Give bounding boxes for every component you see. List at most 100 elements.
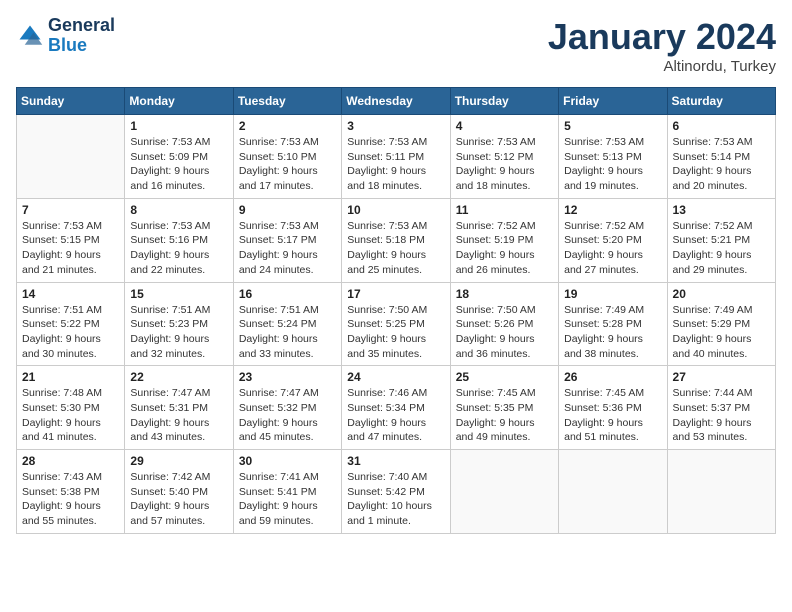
calendar-cell: 16 Sunrise: 7:51 AMSunset: 5:24 PMDaylig…: [233, 282, 341, 366]
day-header-tuesday: Tuesday: [233, 88, 341, 115]
calendar-cell: 8 Sunrise: 7:53 AMSunset: 5:16 PMDayligh…: [125, 198, 233, 282]
logo: General Blue: [16, 16, 115, 56]
day-info: Sunrise: 7:53 AMSunset: 5:11 PMDaylight:…: [347, 135, 444, 194]
calendar-cell: 28 Sunrise: 7:43 AMSunset: 5:38 PMDaylig…: [17, 450, 125, 534]
day-info: Sunrise: 7:53 AMSunset: 5:13 PMDaylight:…: [564, 135, 661, 194]
day-info: Sunrise: 7:47 AMSunset: 5:32 PMDaylight:…: [239, 386, 336, 445]
calendar-cell: 13 Sunrise: 7:52 AMSunset: 5:21 PMDaylig…: [667, 198, 775, 282]
calendar-week-2: 7 Sunrise: 7:53 AMSunset: 5:15 PMDayligh…: [17, 198, 776, 282]
calendar-cell: 6 Sunrise: 7:53 AMSunset: 5:14 PMDayligh…: [667, 115, 775, 199]
day-info: Sunrise: 7:52 AMSunset: 5:19 PMDaylight:…: [456, 219, 553, 278]
logo-icon: [16, 22, 44, 50]
day-number: 17: [347, 287, 444, 301]
day-number: 14: [22, 287, 119, 301]
day-number: 31: [347, 454, 444, 468]
logo-text: General Blue: [48, 16, 115, 56]
calendar-cell: 10 Sunrise: 7:53 AMSunset: 5:18 PMDaylig…: [342, 198, 450, 282]
day-number: 27: [673, 370, 770, 384]
day-info: Sunrise: 7:48 AMSunset: 5:30 PMDaylight:…: [22, 386, 119, 445]
calendar-cell: 1 Sunrise: 7:53 AMSunset: 5:09 PMDayligh…: [125, 115, 233, 199]
calendar-cell: 15 Sunrise: 7:51 AMSunset: 5:23 PMDaylig…: [125, 282, 233, 366]
calendar-cell: 30 Sunrise: 7:41 AMSunset: 5:41 PMDaylig…: [233, 450, 341, 534]
calendar-table: SundayMondayTuesdayWednesdayThursdayFrid…: [16, 87, 776, 534]
day-info: Sunrise: 7:46 AMSunset: 5:34 PMDaylight:…: [347, 386, 444, 445]
calendar-cell: 7 Sunrise: 7:53 AMSunset: 5:15 PMDayligh…: [17, 198, 125, 282]
calendar-cell: 17 Sunrise: 7:50 AMSunset: 5:25 PMDaylig…: [342, 282, 450, 366]
day-info: Sunrise: 7:41 AMSunset: 5:41 PMDaylight:…: [239, 470, 336, 529]
calendar-cell: 21 Sunrise: 7:48 AMSunset: 5:30 PMDaylig…: [17, 366, 125, 450]
day-number: 24: [347, 370, 444, 384]
day-number: 8: [130, 203, 227, 217]
calendar-cell: 9 Sunrise: 7:53 AMSunset: 5:17 PMDayligh…: [233, 198, 341, 282]
location-subtitle: Altinordu, Turkey: [548, 58, 776, 75]
day-header-wednesday: Wednesday: [342, 88, 450, 115]
calendar-cell: 29 Sunrise: 7:42 AMSunset: 5:40 PMDaylig…: [125, 450, 233, 534]
calendar-cell: [450, 450, 558, 534]
day-info: Sunrise: 7:53 AMSunset: 5:16 PMDaylight:…: [130, 219, 227, 278]
calendar-header: SundayMondayTuesdayWednesdayThursdayFrid…: [17, 88, 776, 115]
calendar-cell: [559, 450, 667, 534]
day-info: Sunrise: 7:43 AMSunset: 5:38 PMDaylight:…: [22, 470, 119, 529]
day-header-saturday: Saturday: [667, 88, 775, 115]
day-number: 1: [130, 119, 227, 133]
day-number: 12: [564, 203, 661, 217]
day-number: 15: [130, 287, 227, 301]
day-header-friday: Friday: [559, 88, 667, 115]
day-number: 5: [564, 119, 661, 133]
day-info: Sunrise: 7:45 AMSunset: 5:36 PMDaylight:…: [564, 386, 661, 445]
calendar-cell: 3 Sunrise: 7:53 AMSunset: 5:11 PMDayligh…: [342, 115, 450, 199]
day-info: Sunrise: 7:45 AMSunset: 5:35 PMDaylight:…: [456, 386, 553, 445]
day-number: 30: [239, 454, 336, 468]
calendar-cell: 24 Sunrise: 7:46 AMSunset: 5:34 PMDaylig…: [342, 366, 450, 450]
day-number: 23: [239, 370, 336, 384]
day-info: Sunrise: 7:52 AMSunset: 5:20 PMDaylight:…: [564, 219, 661, 278]
day-info: Sunrise: 7:47 AMSunset: 5:31 PMDaylight:…: [130, 386, 227, 445]
day-info: Sunrise: 7:49 AMSunset: 5:28 PMDaylight:…: [564, 303, 661, 362]
day-info: Sunrise: 7:50 AMSunset: 5:25 PMDaylight:…: [347, 303, 444, 362]
calendar-cell: 11 Sunrise: 7:52 AMSunset: 5:19 PMDaylig…: [450, 198, 558, 282]
calendar-cell: 22 Sunrise: 7:47 AMSunset: 5:31 PMDaylig…: [125, 366, 233, 450]
calendar-cell: 20 Sunrise: 7:49 AMSunset: 5:29 PMDaylig…: [667, 282, 775, 366]
day-number: 13: [673, 203, 770, 217]
day-number: 20: [673, 287, 770, 301]
day-info: Sunrise: 7:50 AMSunset: 5:26 PMDaylight:…: [456, 303, 553, 362]
day-number: 2: [239, 119, 336, 133]
day-number: 22: [130, 370, 227, 384]
day-number: 19: [564, 287, 661, 301]
calendar-cell: 31 Sunrise: 7:40 AMSunset: 5:42 PMDaylig…: [342, 450, 450, 534]
calendar-cell: 26 Sunrise: 7:45 AMSunset: 5:36 PMDaylig…: [559, 366, 667, 450]
day-info: Sunrise: 7:51 AMSunset: 5:23 PMDaylight:…: [130, 303, 227, 362]
day-number: 29: [130, 454, 227, 468]
day-number: 4: [456, 119, 553, 133]
day-info: Sunrise: 7:53 AMSunset: 5:18 PMDaylight:…: [347, 219, 444, 278]
calendar-cell: 12 Sunrise: 7:52 AMSunset: 5:20 PMDaylig…: [559, 198, 667, 282]
day-info: Sunrise: 7:53 AMSunset: 5:15 PMDaylight:…: [22, 219, 119, 278]
day-number: 28: [22, 454, 119, 468]
calendar-week-1: 1 Sunrise: 7:53 AMSunset: 5:09 PMDayligh…: [17, 115, 776, 199]
day-info: Sunrise: 7:51 AMSunset: 5:24 PMDaylight:…: [239, 303, 336, 362]
day-header-sunday: Sunday: [17, 88, 125, 115]
day-info: Sunrise: 7:49 AMSunset: 5:29 PMDaylight:…: [673, 303, 770, 362]
calendar-cell: 5 Sunrise: 7:53 AMSunset: 5:13 PMDayligh…: [559, 115, 667, 199]
day-info: Sunrise: 7:42 AMSunset: 5:40 PMDaylight:…: [130, 470, 227, 529]
day-info: Sunrise: 7:40 AMSunset: 5:42 PMDaylight:…: [347, 470, 444, 529]
calendar-cell: [667, 450, 775, 534]
day-info: Sunrise: 7:52 AMSunset: 5:21 PMDaylight:…: [673, 219, 770, 278]
day-number: 25: [456, 370, 553, 384]
calendar-cell: 4 Sunrise: 7:53 AMSunset: 5:12 PMDayligh…: [450, 115, 558, 199]
page-header: General Blue January 2024 Altinordu, Tur…: [16, 16, 776, 75]
day-number: 26: [564, 370, 661, 384]
day-info: Sunrise: 7:53 AMSunset: 5:09 PMDaylight:…: [130, 135, 227, 194]
calendar-cell: 27 Sunrise: 7:44 AMSunset: 5:37 PMDaylig…: [667, 366, 775, 450]
day-header-thursday: Thursday: [450, 88, 558, 115]
day-number: 7: [22, 203, 119, 217]
title-block: January 2024 Altinordu, Turkey: [548, 16, 776, 75]
calendar-cell: 23 Sunrise: 7:47 AMSunset: 5:32 PMDaylig…: [233, 366, 341, 450]
day-number: 10: [347, 203, 444, 217]
day-info: Sunrise: 7:53 AMSunset: 5:14 PMDaylight:…: [673, 135, 770, 194]
day-info: Sunrise: 7:44 AMSunset: 5:37 PMDaylight:…: [673, 386, 770, 445]
calendar-cell: 25 Sunrise: 7:45 AMSunset: 5:35 PMDaylig…: [450, 366, 558, 450]
calendar-cell: 19 Sunrise: 7:49 AMSunset: 5:28 PMDaylig…: [559, 282, 667, 366]
calendar-body: 1 Sunrise: 7:53 AMSunset: 5:09 PMDayligh…: [17, 115, 776, 534]
day-info: Sunrise: 7:53 AMSunset: 5:12 PMDaylight:…: [456, 135, 553, 194]
